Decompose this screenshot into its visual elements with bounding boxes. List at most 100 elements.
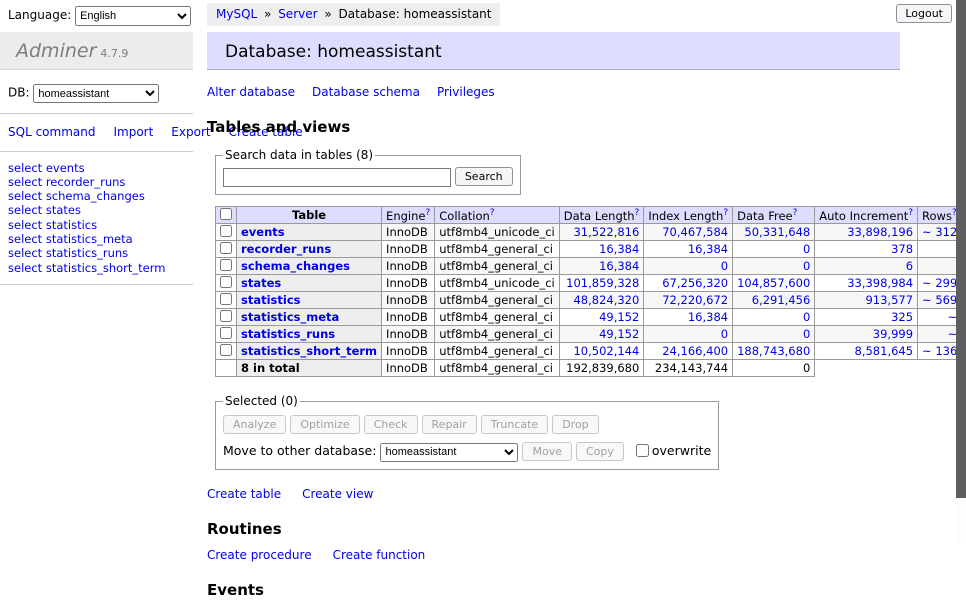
move-button[interactable]: Move [522, 442, 572, 461]
sidebar-select-events[interactable]: select events [8, 161, 193, 175]
auto-increment-link-statistics[interactable]: 913,577 [865, 293, 913, 307]
help-link-index-length[interactable]: ? [723, 208, 728, 218]
table-link-recorder_runs[interactable]: recorder_runs [241, 242, 331, 256]
copy-button[interactable]: Copy [576, 442, 624, 461]
search-input[interactable] [223, 168, 451, 187]
data-length-link-statistics_meta[interactable]: 49,152 [599, 310, 639, 324]
data-length-link-states[interactable]: 101,859,328 [566, 276, 639, 290]
auto-increment-link-states[interactable]: 33,398,984 [847, 276, 913, 290]
data-free-link-statistics_short_term[interactable]: 188,743,680 [737, 344, 810, 358]
index-length-link-statistics_meta[interactable]: 16,384 [688, 310, 728, 324]
data-free-link-statistics_runs[interactable]: 0 [803, 327, 810, 341]
auto-increment-link-statistics_runs[interactable]: 39,999 [873, 327, 913, 341]
link-create-table[interactable]: Create table [207, 487, 281, 501]
help-link-collation[interactable]: ? [490, 208, 495, 218]
index-length-link-events[interactable]: 70,467,584 [662, 225, 728, 239]
data-length-link-recorder_runs[interactable]: 16,384 [599, 242, 639, 256]
check-button[interactable]: Check [364, 415, 418, 434]
row-checkbox[interactable] [220, 242, 232, 254]
row-checkbox[interactable] [220, 225, 232, 237]
data-free-cell: 0 [733, 241, 815, 258]
row-checkbox[interactable] [220, 344, 232, 356]
sidebar-select-statistics_short_term[interactable]: select statistics_short_term [8, 261, 193, 275]
data-length-link-events[interactable]: 31,522,816 [573, 225, 639, 239]
row-checkbox[interactable] [220, 293, 232, 305]
link-create-procedure[interactable]: Create procedure [207, 548, 312, 562]
table-link-states[interactable]: states [241, 276, 281, 290]
data-length-link-statistics_short_term[interactable]: 10,502,144 [573, 344, 639, 358]
row-check-cell [216, 309, 237, 326]
sidebar-select-schema_changes[interactable]: select schema_changes [8, 189, 193, 203]
index-length-link-states[interactable]: 67,256,320 [662, 276, 728, 290]
optimize-button[interactable]: Optimize [290, 415, 359, 434]
index-length-link-statistics_short_term[interactable]: 24,166,400 [662, 344, 728, 358]
sidebar-action-sql-command[interactable]: SQL command [8, 125, 95, 139]
logout-button[interactable]: Logout [896, 4, 952, 23]
db-select[interactable]: homeassistant [33, 84, 159, 103]
events-heading: Events [207, 581, 900, 599]
engine-cell: InnoDB [382, 275, 435, 292]
analyze-button[interactable]: Analyze [223, 415, 286, 434]
index-length-link-statistics_runs[interactable]: 0 [721, 327, 728, 341]
data-length-link-statistics[interactable]: 48,824,320 [573, 293, 639, 307]
link-database-schema[interactable]: Database schema [312, 85, 420, 99]
auto-increment-link-statistics_short_term[interactable]: 8,581,645 [855, 344, 914, 358]
data-length-link-schema_changes[interactable]: 16,384 [599, 259, 639, 273]
sidebar-action-export[interactable]: Export [171, 125, 210, 139]
data-length-cell: 16,384 [559, 241, 644, 258]
table-link-schema_changes[interactable]: schema_changes [241, 259, 350, 273]
data-free-link-states[interactable]: 104,857,600 [737, 276, 810, 290]
index-length-link-recorder_runs[interactable]: 16,384 [688, 242, 728, 256]
data-free-link-schema_changes[interactable]: 0 [803, 259, 810, 273]
search-button[interactable]: Search [455, 167, 513, 186]
sidebar-action-import[interactable]: Import [113, 125, 153, 139]
help-link-data-length[interactable]: ? [635, 208, 640, 218]
help-link-engine[interactable]: ? [425, 208, 430, 218]
repair-button[interactable]: Repair [422, 415, 477, 434]
index-length-cell: 24,166,400 [644, 343, 733, 360]
sidebar-select-states[interactable]: select states [8, 203, 193, 217]
table-link-statistics_short_term[interactable]: statistics_short_term [241, 344, 377, 358]
row-checkbox[interactable] [220, 259, 232, 271]
move-db-select[interactable]: homeassistant [380, 443, 518, 462]
index-length-link-schema_changes[interactable]: 0 [721, 259, 728, 273]
sidebar-select-recorder_runs[interactable]: select recorder_runs [8, 175, 193, 189]
auto-increment-link-recorder_runs[interactable]: 378 [891, 242, 913, 256]
scrollbar-track[interactable] [956, 0, 966, 543]
drop-button[interactable]: Drop [552, 415, 598, 434]
auto-increment-link-schema_changes[interactable]: 6 [906, 259, 913, 273]
table-link-statistics_meta[interactable]: statistics_meta [241, 310, 339, 324]
row-checkbox[interactable] [220, 327, 232, 339]
row-check-cell [216, 326, 237, 343]
sidebar-select-statistics_runs[interactable]: select statistics_runs [8, 246, 193, 260]
table-link-statistics_runs[interactable]: statistics_runs [241, 327, 335, 341]
auto-increment-link-events[interactable]: 33,898,196 [847, 225, 913, 239]
language-select[interactable]: English [75, 6, 191, 26]
sidebar-select-statistics[interactable]: select statistics [8, 218, 193, 232]
data-length-link-statistics_runs[interactable]: 49,152 [599, 327, 639, 341]
select-all-checkbox[interactable] [220, 208, 232, 220]
breadcrumb-link-mysql[interactable]: MySQL [216, 7, 257, 21]
index-length-link-statistics[interactable]: 72,220,672 [662, 293, 728, 307]
row-checkbox[interactable] [220, 310, 232, 322]
data-free-cell: 0 [733, 309, 815, 326]
overwrite-checkbox[interactable] [636, 444, 649, 457]
table-link-statistics[interactable]: statistics [241, 293, 301, 307]
data-free-link-statistics[interactable]: 6,291,456 [752, 293, 811, 307]
data-free-link-statistics_meta[interactable]: 0 [803, 310, 810, 324]
data-free-link-recorder_runs[interactable]: 0 [803, 242, 810, 256]
table-link-events[interactable]: events [241, 225, 285, 239]
link-create-function[interactable]: Create function [333, 548, 426, 562]
help-link-data-free[interactable]: ? [793, 208, 798, 218]
data-free-link-events[interactable]: 50,331,648 [744, 225, 810, 239]
auto-increment-link-statistics_meta[interactable]: 325 [891, 310, 913, 324]
scrollbar-thumb[interactable] [956, 0, 966, 498]
breadcrumb-link-server[interactable]: Server [278, 7, 317, 21]
sidebar-select-statistics_meta[interactable]: select statistics_meta [8, 232, 193, 246]
help-link-auto-increment[interactable]: ? [908, 208, 913, 218]
link-privileges[interactable]: Privileges [437, 85, 495, 99]
truncate-button[interactable]: Truncate [481, 415, 548, 434]
row-checkbox[interactable] [220, 276, 232, 288]
link-create-view[interactable]: Create view [302, 487, 373, 501]
link-alter-database[interactable]: Alter database [207, 85, 295, 99]
